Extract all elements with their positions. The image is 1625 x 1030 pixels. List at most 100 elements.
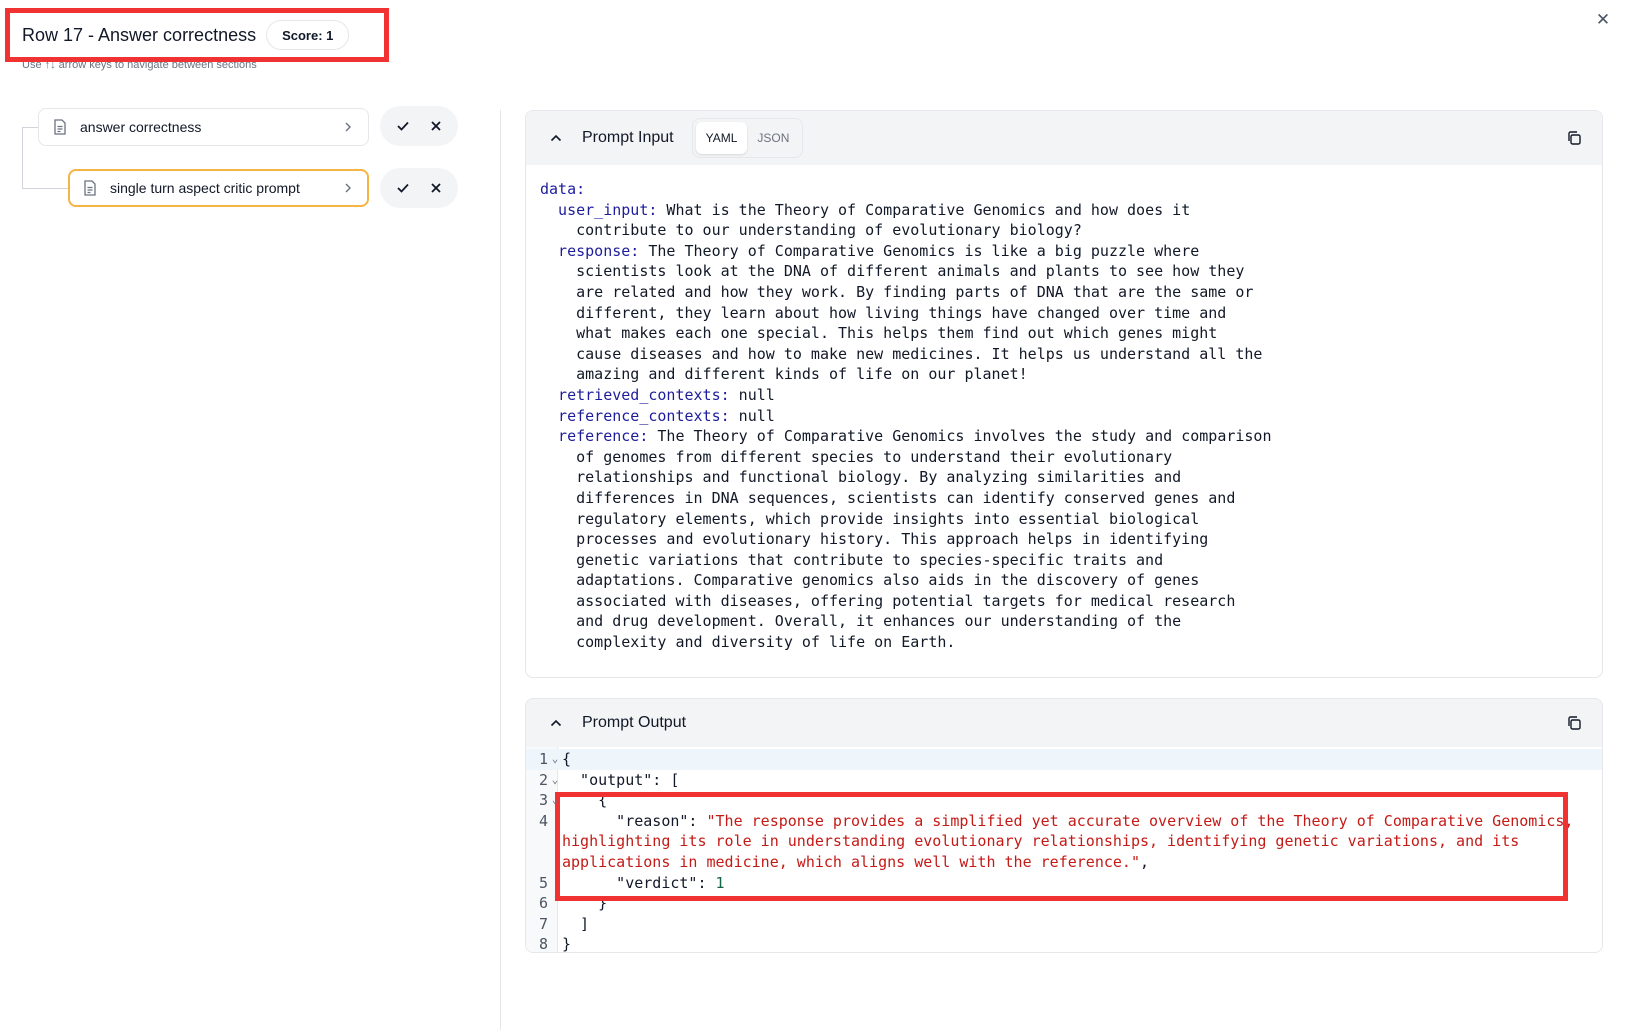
line-number: 1 [538,750,548,768]
code-line: 8} [526,934,1602,953]
navigation-hint: Use ↑↓ arrow keys to navigate between se… [22,59,257,71]
approve-button[interactable] [389,174,417,202]
close-button[interactable]: ✕ [1591,8,1615,32]
prompt-input-title: Prompt Input [582,129,674,146]
yaml-line: cause diseases and how to make new medic… [540,344,1602,365]
code-text: { [562,791,608,810]
tree-connector [22,127,23,189]
yaml-value: are related and how they work. By findin… [540,282,1254,301]
line-number: 7 [538,914,548,933]
yaml-line: data: [540,179,1602,200]
yaml-value: regulatory elements, which provide insig… [540,509,1200,528]
code-line: 1 ⌄{ [526,749,1602,770]
code-line: 4 "reason": "The response provides a sim… [526,811,1602,832]
yaml-value: adaptations. Comparative genomics also a… [540,571,1200,590]
yaml-line: adaptations. Comparative genomics also a… [540,570,1602,591]
format-toggle: YAML JSON [691,118,804,158]
copy-icon[interactable] [1564,713,1584,733]
prompt-output-editor[interactable]: 1 ⌄{2 ⌄ "output": [3 ⌄ {4 "reason": "The re… [526,747,1602,953]
check-icon [396,183,409,193]
json-punctuation: , [1139,852,1149,871]
prompt-output-panel: Prompt Output 1 ⌄{2 ⌄ "output": [3 ⌄ {4 "re… [525,698,1603,953]
document-icon [82,180,98,196]
chevron-up-icon[interactable] [548,130,564,146]
yaml-line: response: The Theory of Comparative Geno… [540,241,1602,262]
row-actions [380,168,458,208]
code-text: } [562,894,608,913]
format-option-yaml[interactable]: YAML [695,122,748,154]
tree-item-answer-correctness[interactable]: answer correctness [38,108,369,146]
json-string: applications in medicine, which aligns w… [562,852,1140,871]
code-text: } [562,935,572,953]
yaml-value: null [729,406,775,425]
code-text: { [562,750,572,768]
yaml-line: what makes each one special. This helps … [540,323,1602,344]
tree-item-label: single turn aspect critic prompt [110,180,300,196]
yaml-key: user_input: [540,200,658,219]
close-icon: ✕ [1595,10,1611,29]
yaml-key: reference: [540,427,649,446]
yaml-value: and drug development. Overall, it enhanc… [540,612,1182,631]
yaml-line: of genomes from different species to und… [540,447,1602,468]
yaml-line: contribute to our understanding of evolu… [540,220,1602,241]
yaml-value: contribute to our understanding of evolu… [540,221,1082,240]
yaml-value: associated with diseases, offering poten… [540,591,1236,610]
code-text: ] [562,914,590,933]
yaml-value: What is the Theory of Comparative Genomi… [657,200,1191,219]
reject-button[interactable] [422,112,450,140]
yaml-value: relationships and functional biology. By… [540,468,1182,487]
code-text: "verdict": 1 [562,873,724,894]
code-line: 6 } [526,893,1602,914]
yaml-line: processes and evolutionary history. This… [540,529,1602,550]
yaml-value: The Theory of Comparative Genomics is li… [639,241,1200,260]
page-title: Row 17 - Answer correctness [22,24,257,45]
vertical-divider [500,110,501,1030]
code-text: "reason": "The response provides a simpl… [562,811,1573,832]
yaml-value: amazing and different kinds of life on o… [540,365,1028,384]
line-number-blank [526,831,548,852]
yaml-line: are related and how they work. By findin… [540,282,1602,303]
header: Row 17 - Answer correctness Score: 1 [22,20,350,50]
code-line: 7 ] [526,914,1602,935]
line-number: 6 [538,894,548,913]
yaml-line: user_input: What is the Theory of Compar… [540,200,1602,221]
yaml-key: response: [540,241,640,260]
yaml-value: scientists look at the DNA of different … [540,262,1245,281]
tree-item-single-turn-aspect-critic-prompt[interactable]: single turn aspect critic prompt [68,169,369,207]
line-number: 5 [538,873,548,892]
prompt-input-panel: Prompt Input YAML JSON data: user_input:… [525,110,1603,678]
tree-connector [22,127,38,128]
code-line: 2 ⌄ "output": [ [526,770,1602,791]
score-badge: Score: 1 [266,20,350,50]
check-icon [396,121,409,131]
json-key: "reason": [562,811,707,830]
code-text: highlighting its role in understanding e… [562,831,1519,852]
x-icon [430,121,441,131]
yaml-line: differences in DNA sequences, scientists… [540,488,1602,509]
format-option-json[interactable]: JSON [747,122,799,154]
yaml-value: differences in DNA sequences, scientists… [540,488,1236,507]
prompt-output-header: Prompt Output [526,699,1602,747]
chevron-up-icon[interactable] [548,715,564,731]
yaml-value: different, they learn about how living t… [540,303,1227,322]
reject-button[interactable] [422,174,450,202]
yaml-line: genetic variations that contribute to sp… [540,550,1602,571]
yaml-value: genetic variations that contribute to sp… [540,550,1164,569]
fold-chevron-icon: ⌄ [551,772,559,786]
copy-icon[interactable] [1564,128,1584,148]
json-string: "The response provides a simplified yet … [706,811,1574,830]
yaml-line: associated with diseases, offering poten… [540,591,1602,612]
json-key: "verdict": [562,873,716,892]
approve-button[interactable] [389,112,417,140]
code-line: 3 ⌄ { [526,790,1602,811]
yaml-value: The Theory of Comparative Genomics invol… [648,427,1272,446]
yaml-key: reference_contexts: [540,406,730,425]
line-number: 8 [538,935,548,953]
document-icon [52,119,68,135]
